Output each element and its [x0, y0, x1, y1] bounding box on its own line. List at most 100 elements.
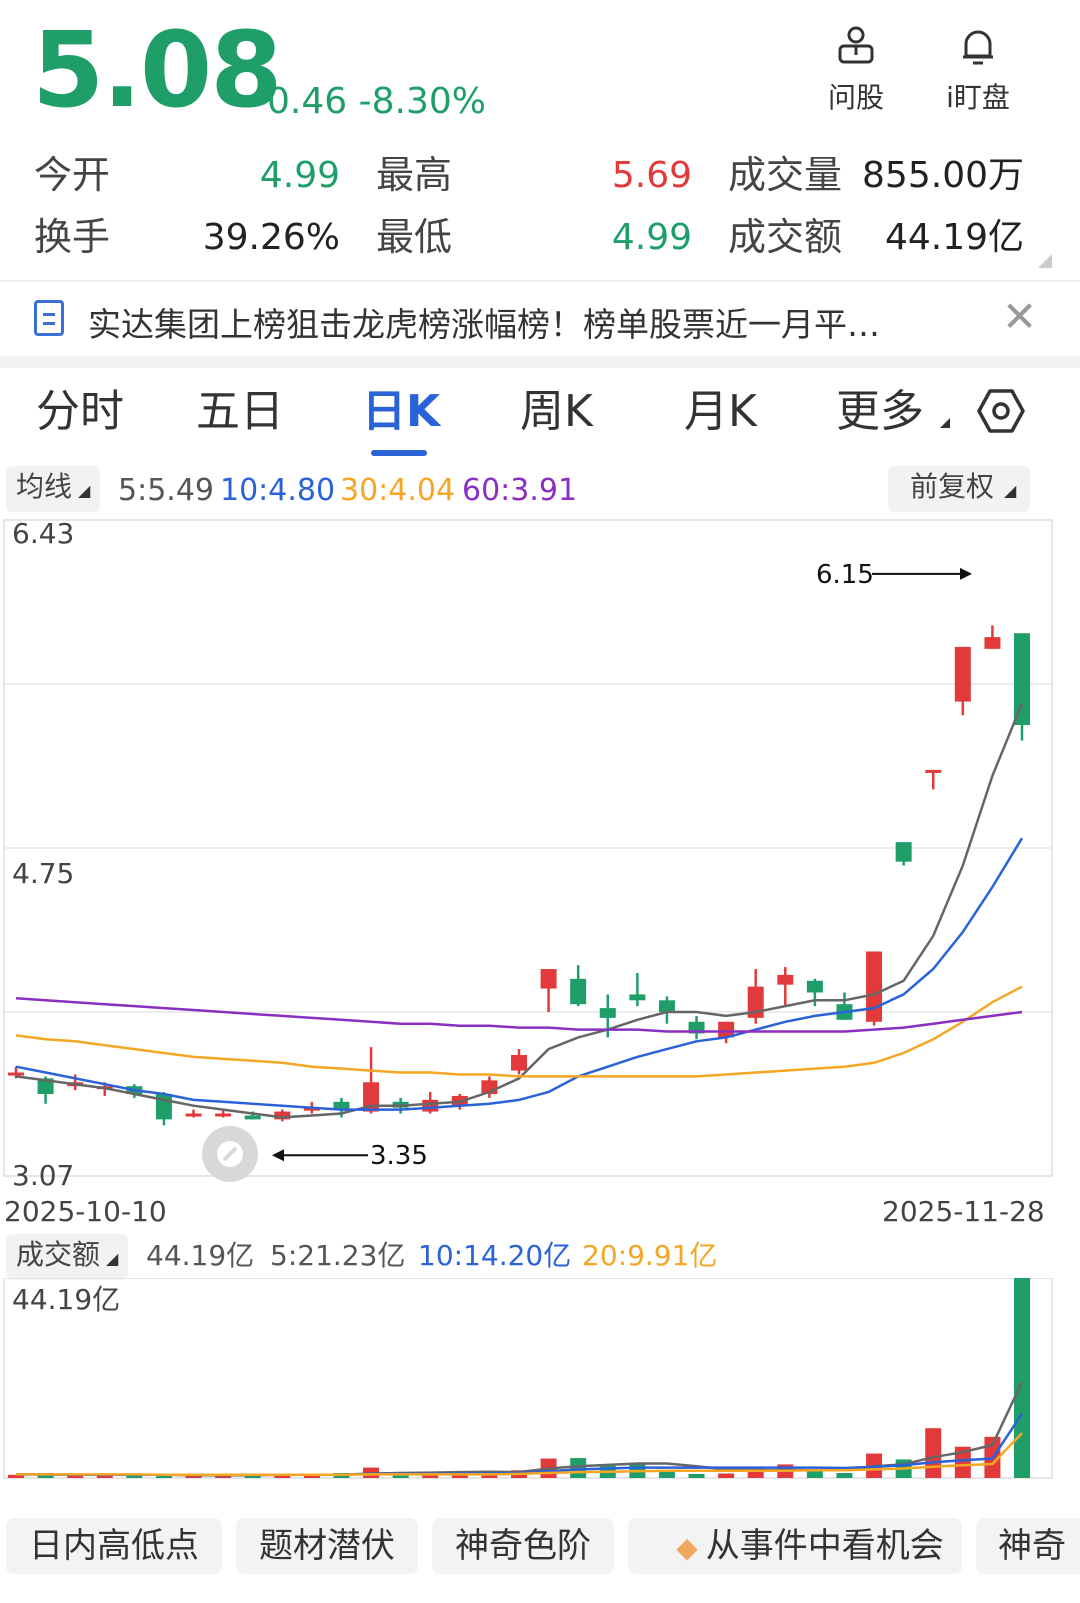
pencil-icon: [217, 1141, 243, 1167]
tab-monthly-k[interactable]: 月K: [684, 390, 757, 434]
candle-body: [599, 1008, 616, 1018]
price-axis-mid: 4.75: [12, 857, 75, 890]
open-value: 4.99: [259, 155, 340, 196]
active-tab-indicator: [371, 450, 427, 456]
candle-body: [422, 1099, 439, 1112]
watch-button[interactable]: i盯盘: [928, 24, 1028, 116]
close-icon[interactable]: ✕: [1002, 296, 1037, 338]
last-price: 5.08: [32, 9, 283, 131]
candle-body: [1014, 633, 1030, 725]
ma60-readout: 60:3.91: [462, 473, 578, 508]
section-divider: [0, 356, 1080, 368]
volume-ma20: 20:9.91亿: [582, 1239, 718, 1272]
candle-body: [629, 994, 646, 1001]
chip-magic-color[interactable]: 神奇色阶: [432, 1518, 614, 1574]
volume-ma10: 10:14.20亿: [418, 1239, 572, 1272]
volume-value: 855.00万: [862, 155, 1024, 196]
volume-label: 成交量: [728, 153, 843, 197]
tab-intraday[interactable]: 分时: [36, 390, 124, 434]
ma10-readout: 10:4.80: [220, 473, 336, 508]
bell-icon: [963, 30, 993, 65]
ma30-readout: 30:4.04: [340, 473, 456, 508]
candle-body: [658, 1000, 675, 1012]
volume-ma5: 5:21.23亿: [270, 1239, 406, 1272]
tab-more[interactable]: 更多: [836, 390, 924, 434]
volume-toggle-label: 成交额: [16, 1238, 101, 1271]
candle-body: [895, 842, 912, 862]
turnover-label: 换手: [34, 215, 111, 259]
volume-chart[interactable]: [0, 1278, 1080, 1482]
price-axis-bottom: 3.07: [12, 1159, 75, 1192]
adjust-toggle[interactable]: 前复权 ◢: [888, 466, 1031, 512]
user-board-icon: [838, 26, 874, 64]
adjust-label: 前复权: [910, 470, 995, 503]
volume-axis-top: 44.19亿: [12, 1283, 121, 1316]
candle-body: [185, 1113, 202, 1117]
low-value: 4.99: [611, 217, 692, 258]
chip-theme-ambush[interactable]: 题材潜伏: [236, 1518, 418, 1574]
volume-bar: [1014, 1278, 1030, 1478]
amount-value: 44.19亿: [884, 217, 1024, 258]
max-price-annotation: 6.15: [816, 560, 874, 590]
candle-body: [215, 1113, 232, 1117]
volume-frame: [3, 1278, 1053, 1479]
price-axis-top: 6.43: [12, 517, 75, 550]
chip-event-opportunity[interactable]: ◆ 从事件中看机会: [628, 1518, 962, 1574]
volume-bar: [688, 1473, 705, 1478]
tab-weekly-k[interactable]: 周K: [520, 390, 593, 434]
volume-bar: [806, 1470, 823, 1478]
low-label: 最低: [376, 215, 453, 259]
candle-body: [244, 1115, 261, 1120]
date-axis-start: 2025-10-10: [4, 1195, 167, 1228]
turnover-value: 39.26%: [202, 217, 340, 258]
more-dropdown-icon: [940, 418, 950, 428]
candlestick-chart[interactable]: 6.15 3.35: [0, 512, 1080, 1192]
max-arrow-head: [960, 567, 972, 580]
volume-current: 44.19亿: [146, 1239, 255, 1272]
watch-label: i盯盘: [946, 81, 1010, 114]
date-axis-end: 2025-11-28: [882, 1195, 1045, 1228]
volume-bar: [925, 1428, 942, 1478]
news-headline[interactable]: 实达集团上榜狙击龙虎榜涨幅榜！榜单股票近一月平…: [88, 298, 880, 346]
chip-event-label: 从事件中看机会: [705, 1526, 944, 1566]
ma-dropdown-icon: ◢: [78, 481, 91, 500]
tab-daily-k[interactable]: 日K: [362, 390, 440, 434]
ask-stock-label: 问股: [827, 81, 884, 114]
amount-label: 成交额: [728, 215, 843, 259]
diamond-icon: ◆: [676, 1531, 698, 1564]
chip-intraday-highlow[interactable]: 日内高低点: [6, 1518, 222, 1574]
high-label: 最高: [376, 153, 453, 197]
change-percent: -8.30%: [358, 81, 486, 122]
tab-five-day[interactable]: 五日: [196, 390, 284, 434]
volume-bar: [836, 1473, 853, 1478]
document-icon: [34, 300, 64, 336]
draw-tool-button[interactable]: [202, 1126, 258, 1182]
candle-body: [806, 980, 823, 993]
high-value: 5.69: [611, 155, 692, 196]
volume-ma-line-10: [16, 1413, 1024, 1477]
min-arrow-head: [272, 1149, 284, 1162]
candle-body: [866, 951, 883, 1022]
change-value: -0.46: [254, 81, 348, 122]
volume-dropdown-icon: ◢: [106, 1249, 119, 1268]
candle-body: [954, 646, 971, 702]
candle-body: [925, 769, 942, 773]
chip-magic-more[interactable]: 神奇: [976, 1518, 1080, 1574]
adjust-dropdown-icon: ◢: [1004, 481, 1017, 500]
ma-toggle[interactable]: 均线 ◢: [6, 466, 101, 512]
candle-body: [777, 974, 794, 985]
ma-toggle-label: 均线: [16, 470, 73, 503]
candle-body: [540, 969, 557, 989]
candle-body: [511, 1054, 527, 1071]
ask-stock-button[interactable]: 问股: [806, 24, 906, 116]
candle-body: [984, 637, 1001, 649]
candle-body: [570, 978, 587, 1005]
candle-body: [8, 1072, 24, 1076]
expand-corner-icon[interactable]: [1038, 254, 1052, 268]
min-price-annotation: 3.35: [370, 1141, 428, 1171]
price-change: -0.46 -8.30%: [254, 84, 486, 120]
ma5-readout: 5:5.49: [118, 473, 214, 508]
hexagon-settings-icon[interactable]: [976, 386, 1026, 436]
open-label: 今开: [34, 153, 111, 197]
volume-toggle[interactable]: 成交额 ◢: [6, 1234, 129, 1280]
